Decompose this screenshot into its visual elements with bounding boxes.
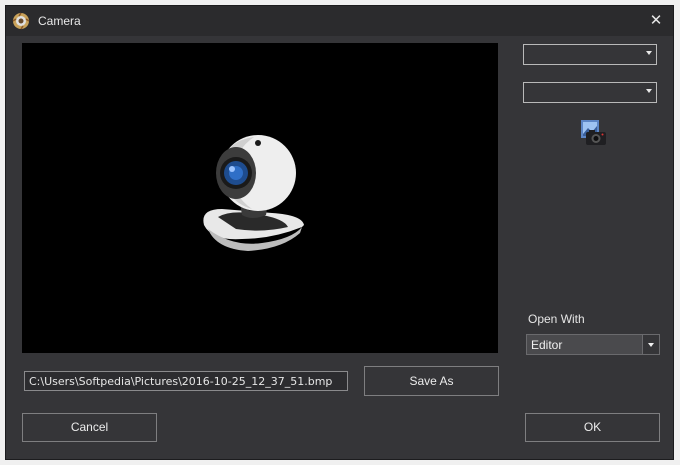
resolution-select[interactable] (523, 82, 657, 103)
app-icon (12, 12, 30, 30)
save-as-button[interactable]: Save As (364, 366, 499, 396)
title-bar: Camera ✕ (6, 6, 673, 36)
photo-camera-icon (581, 120, 606, 145)
chevron-down-icon (646, 89, 652, 93)
capture-photo-button[interactable] (578, 118, 608, 148)
chevron-down-icon (642, 335, 659, 354)
close-icon[interactable]: ✕ (639, 6, 673, 36)
camera-preview (22, 43, 498, 353)
save-path-input[interactable] (24, 371, 348, 391)
chevron-down-icon (646, 51, 652, 55)
camera-device-select[interactable] (523, 44, 657, 65)
open-with-label: Open With (528, 312, 585, 326)
cancel-button[interactable]: Cancel (22, 413, 157, 442)
open-with-select[interactable]: Editor (526, 334, 660, 355)
ok-button[interactable]: OK (525, 413, 660, 442)
webcam-icon (203, 135, 304, 251)
open-with-value: Editor (531, 338, 563, 352)
window-title: Camera (38, 14, 81, 28)
camera-dialog: Camera ✕ Open With Editor C:\Users\Softp… (5, 5, 674, 460)
